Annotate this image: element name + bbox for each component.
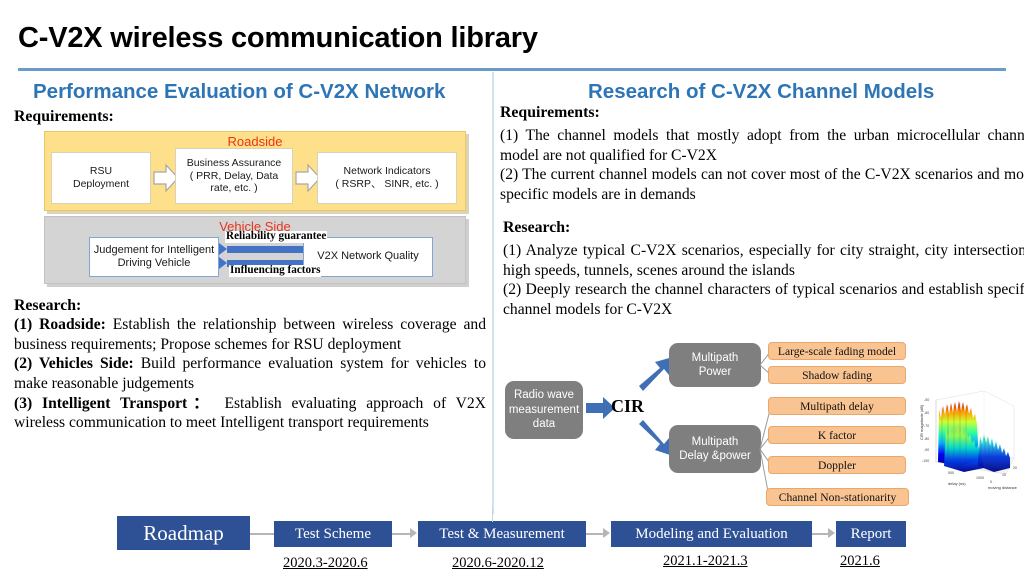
radio-line1: Radio wave	[513, 389, 575, 402]
right-research-body: (1) Analyze typical C-V2X scenarios, esp…	[503, 241, 1024, 320]
roadmap-connector-0	[250, 533, 274, 535]
left-research-item-2: (2) Vehicles Side: Build performance eva…	[14, 354, 486, 393]
vehicle-arrow-bottom-label: Influencing factors	[229, 264, 322, 277]
plot-x-tick-1: 1000	[976, 476, 984, 480]
vehicle-node-judgement: Judgement for Intelligent Driving Vehicl…	[89, 237, 219, 277]
plot-y-tick-2: 20	[1013, 466, 1017, 470]
plot-z-tick-0: -50	[924, 398, 930, 402]
plot-z-tick-1: -60	[924, 411, 930, 415]
roadside-diagram-panel: Roadside RSU Deployment Business Assuran…	[44, 131, 466, 211]
roadside-node-business-assurance: Business Assurance ( PRR, Delay, Data ra…	[175, 148, 293, 204]
radio-line2: measurement	[508, 403, 580, 416]
lr1-num: (1)	[14, 316, 33, 333]
lr2-title: Vehicles Side:	[38, 355, 134, 373]
mpd-line1: Multipath	[691, 435, 739, 448]
vehicle-side-diagram-panel: Vehicle Side Judgement for Intelligent D…	[44, 216, 466, 284]
divider-leader-line	[492, 508, 493, 522]
ba-line2: ( PRR, Delay, Data	[189, 169, 279, 182]
plot-y-tick-0: 0	[990, 480, 992, 484]
mpp-line2: Power	[698, 366, 732, 378]
lr3-title: Intelligent Transport：	[42, 394, 215, 412]
ni-line1: Network Indicators	[343, 165, 431, 178]
roadmap-arrowhead-1-icon	[410, 528, 417, 538]
channel-output-shadow-fading: Shadow fading	[768, 366, 906, 384]
roadmap-date-1: 2020.6-2020.12	[452, 555, 544, 571]
plot-z-tick-2: -70	[924, 424, 930, 428]
vehicle-arrow-top-label: Reliability guarantee	[225, 230, 328, 243]
plot-ylabel: moving distance	[988, 485, 1017, 490]
title-divider-rule	[18, 68, 1006, 71]
roadmap-stage-test-scheme[interactable]: Test Scheme	[274, 521, 392, 547]
left-requirements-label: Requirements:	[14, 108, 114, 125]
mpd-line2: Delay &power	[679, 450, 751, 462]
ba-line3: rate, etc. )	[210, 182, 258, 195]
roadside-node-rsu-deployment: RSU Deployment	[51, 152, 151, 204]
slide-root: C-V2X wireless communication library Per…	[0, 0, 1024, 576]
roadmap-connector-3	[812, 533, 829, 535]
roadmap-date-2: 2021.1-2021.3	[663, 553, 748, 569]
channel-node-multipath-delay-power: Multipath Delay &power	[669, 425, 761, 473]
matlab-3d-surface-plot: -50 -60 -70 -80 -90 -100 500 1000 0 10 2…	[918, 388, 1021, 492]
roadmap-stage-test-measurement[interactable]: Test & Measurement	[418, 521, 586, 547]
vehicle-arrow-top-head-icon	[219, 243, 227, 255]
plot-z-tick-3: -80	[924, 437, 930, 441]
plot-z-tick-5: -100	[922, 459, 930, 463]
plot-y-tick-1: 10	[1002, 473, 1006, 477]
right-column-header: Research of C-V2X Channel Models	[588, 80, 935, 103]
left-column-header: Performance Evaluation of C-V2X Network	[33, 80, 446, 103]
roadmap-connector-2	[586, 533, 604, 535]
channel-output-large-scale-fading: Large-scale fading model	[768, 342, 906, 360]
column-divider	[492, 72, 494, 514]
v2xq-label: V2X Network Quality	[317, 250, 419, 263]
plot-x-tick-0: 500	[948, 471, 954, 475]
roadmap-arrowhead-2-icon	[603, 528, 610, 538]
right-res-item-1: (1) Analyze typical C-V2X scenarios, esp…	[503, 242, 1024, 279]
roadmap-stage-report[interactable]: Report	[836, 521, 906, 547]
ni-line2: ( RSRP、 SINR, etc. )	[335, 178, 439, 190]
judge-line1: Judgement for Intelligent	[93, 243, 215, 256]
radio-line3: data	[532, 418, 556, 431]
rsu-line2: Deployment	[72, 178, 130, 190]
roadside-caption: Roadside	[227, 134, 283, 149]
channel-output-doppler: Doppler	[768, 456, 906, 474]
plot-z-tick-4: -90	[924, 448, 930, 452]
right-requirements-body: (1) The channel models that mostly adopt…	[500, 126, 1024, 205]
ba-line1: Business Assurance	[186, 156, 282, 169]
mpp-line1: Multipath	[691, 351, 739, 364]
right-req-item-1: (1) The channel models that mostly adopt…	[500, 127, 1024, 164]
channel-output-multipath-delay: Multipath delay	[768, 397, 906, 415]
left-research-label: Research:	[14, 297, 82, 314]
judge-line2: Driving Vehicle	[117, 257, 191, 269]
roadmap-date-0: 2020.3-2020.6	[283, 555, 368, 571]
page-title: C-V2X wireless communication library	[18, 22, 538, 54]
right-requirements-label: Requirements:	[500, 104, 600, 121]
channel-node-radio-wave-data: Radio wave measurement data	[505, 381, 583, 439]
roadside-node-network-indicators: Network Indicators ( RSRP、 SINR, etc. )	[317, 152, 457, 204]
left-research-item-1: (1) Roadside: Establish the relationship…	[14, 315, 486, 354]
lr1-title: Roadside:	[39, 316, 106, 333]
roadmap-main-label: Roadmap	[117, 516, 250, 550]
right-res-item-2: (2) Deeply research the channel characte…	[503, 281, 1024, 318]
vehicle-arrow-bottom-head-icon	[219, 257, 227, 269]
roadmap-date-3: 2021.6	[840, 553, 880, 569]
vehicle-node-v2x-network-quality: V2X Network Quality	[303, 237, 433, 277]
right-research-label: Research:	[503, 219, 571, 236]
left-research-body: (1) Roadside: Establish the relationship…	[14, 315, 486, 433]
roadmap-arrowhead-3-icon	[828, 528, 835, 538]
plot-xlabel: delay (ns)	[948, 481, 966, 486]
channel-cir-label: CIR	[611, 396, 645, 416]
plot-zlabel: CIR magnitude (dB)	[919, 404, 924, 440]
channel-node-multipath-power: Multipath Power	[669, 343, 761, 387]
lr3-num: (3)	[14, 394, 33, 412]
channel-output-channel-non-stationarity: Channel Non-stationarity	[766, 488, 909, 506]
lr2-num: (2)	[14, 355, 33, 373]
left-research-item-3: (3) Intelligent Transport： Establish eva…	[14, 394, 486, 433]
channel-output-k-factor: K factor	[768, 426, 906, 444]
roadmap-connector-1	[392, 533, 411, 535]
rsu-line1: RSU	[89, 165, 113, 178]
vehicle-arrow-top	[227, 246, 303, 253]
roadmap-stage-modeling-evaluation[interactable]: Modeling and Evaluation	[611, 521, 812, 547]
right-req-item-2: (2) The current channel models can not c…	[500, 166, 1024, 203]
